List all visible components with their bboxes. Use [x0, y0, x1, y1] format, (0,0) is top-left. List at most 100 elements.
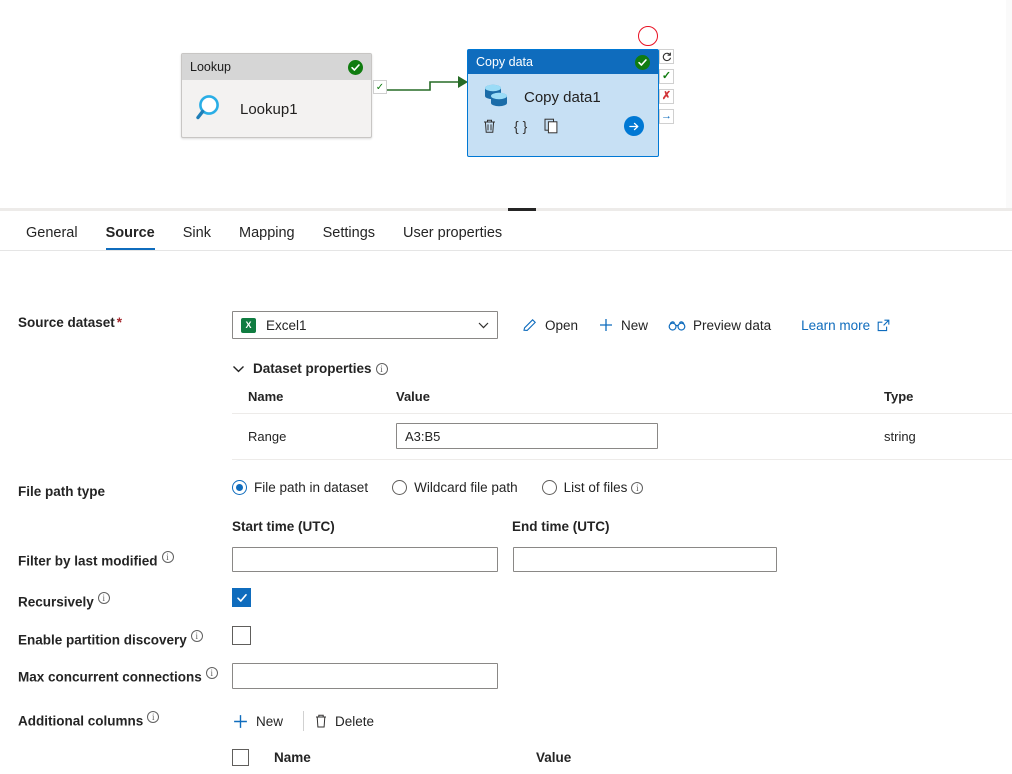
app-root: Lookup Lookup1 ✓ Copy data Copy data1 {…	[0, 0, 1012, 774]
info-icon[interactable]: i	[97, 592, 110, 604]
select-all-cell	[232, 749, 274, 766]
preview-data-label: Preview data	[693, 317, 772, 333]
learn-more-link[interactable]: Learn more	[791, 311, 900, 339]
on-completion-icon[interactable]: →	[659, 109, 674, 124]
node-action-bar: { }	[468, 112, 658, 136]
end-time-input[interactable]	[513, 547, 777, 572]
additional-columns-new-button[interactable]: New	[232, 707, 293, 735]
additional-columns-label: Additional columns i	[18, 707, 232, 774]
dataset-properties-table: Name Value Type Range A3:B5 string	[232, 389, 1012, 460]
column-header-name: Name	[274, 750, 311, 765]
radio-label: List of files	[563, 480, 628, 495]
preview-data-button[interactable]: Preview data	[658, 311, 781, 339]
column-header-value: Value	[396, 389, 430, 404]
row-time-headers: Start time (UTC) End time (UTC)	[0, 519, 1012, 538]
source-dataset-label: Source dataset *	[18, 315, 123, 330]
node-body-lookup: Lookup1	[182, 80, 371, 138]
open-label: Open	[545, 317, 579, 333]
source-form: Source dataset * X Excel1 Open New Previ…	[0, 251, 1012, 774]
pipeline-canvas[interactable]: Lookup Lookup1 ✓ Copy data Copy data1 {…	[0, 0, 1012, 209]
check-circle-icon	[348, 59, 363, 75]
radio-wildcard-file-path[interactable]: Wildcard file path	[392, 480, 518, 495]
chevron-down-icon	[478, 322, 489, 329]
source-dataset-dropdown[interactable]: X Excel1	[232, 311, 498, 339]
start-time-label: Start time (UTC)	[232, 519, 335, 534]
additional-columns-delete-button[interactable]: Delete	[314, 707, 384, 735]
glasses-icon	[668, 319, 686, 332]
run-arrow-icon[interactable]	[624, 116, 644, 136]
recursively-checkbox[interactable]	[232, 588, 251, 607]
radio-label: File path in dataset	[254, 480, 369, 495]
dataset-properties-section: Dataset properties i Name Value Type Ran…	[0, 361, 1012, 460]
max-concurrent-connections-input[interactable]	[232, 663, 498, 689]
node-name-label: Copy data1	[524, 88, 601, 106]
property-name: Range	[248, 428, 287, 444]
radio-file-path-in-dataset[interactable]: File path in dataset	[232, 480, 368, 495]
table-header-row: Name Value Type	[232, 389, 1012, 414]
duplicate-icon[interactable]	[544, 118, 559, 134]
red-circle-highlight	[638, 26, 658, 46]
enable-partition-discovery-checkbox[interactable]	[232, 625, 251, 645]
dataset-properties-toggle[interactable]: Dataset properties i	[232, 361, 1012, 376]
tab-source[interactable]: Source	[92, 225, 169, 250]
retry-icon[interactable]	[659, 49, 674, 64]
filter-by-last-modified-label: Filter by last modified i	[18, 547, 232, 572]
learn-more-label: Learn more	[801, 317, 871, 333]
row-additional-columns: Additional columns i New Delete Name Val…	[0, 707, 1012, 774]
row-source-dataset: Source dataset * X Excel1 Open New Previ…	[0, 251, 1012, 339]
start-time-input[interactable]	[232, 547, 498, 572]
activity-node-copy-data[interactable]: Copy data Copy data1 {}	[467, 49, 659, 157]
code-braces-icon[interactable]: { }	[514, 118, 527, 134]
info-icon[interactable]: i	[190, 629, 203, 642]
tab-general[interactable]: General	[18, 225, 92, 250]
toolbar-divider	[303, 711, 305, 731]
table-row: Range A3:B5 string	[232, 414, 1012, 460]
activity-node-lookup[interactable]: Lookup Lookup1	[181, 53, 372, 138]
new-dataset-button[interactable]: New	[588, 311, 658, 339]
select-all-checkbox[interactable]	[232, 749, 249, 766]
info-icon[interactable]: i	[375, 362, 388, 375]
row-enable-partition-discovery: Enable partition discovery i	[0, 625, 1012, 647]
table-header-row: Name Value	[232, 749, 836, 774]
info-icon[interactable]: i	[161, 551, 174, 563]
new-label: New	[621, 317, 649, 333]
info-icon[interactable]: i	[205, 667, 218, 679]
info-icon[interactable]: i	[631, 481, 644, 494]
lookup-success-port[interactable]: ✓	[373, 80, 387, 94]
additional-columns-toolbar: New Delete	[232, 707, 994, 735]
recursively-label: Recursively i	[18, 588, 232, 610]
enable-partition-discovery-label: Enable partition discovery i	[18, 626, 232, 647]
node-name-label: Lookup1	[240, 100, 298, 118]
max-concurrent-connections-label: Max concurrent connections i	[18, 663, 232, 689]
properties-tabs: General Source Sink Mapping Settings Use…	[0, 211, 1012, 251]
row-filter-by-last-modified: Filter by last modified i	[0, 547, 1012, 572]
column-header-value: Value	[536, 750, 572, 765]
info-icon[interactable]: i	[147, 711, 160, 723]
canvas-scrollbar[interactable]	[1006, 0, 1012, 209]
plus-icon	[598, 317, 614, 333]
copy-node-dependency-tools[interactable]: ✓ ✗ →	[659, 49, 675, 124]
column-header-type: Type	[884, 389, 914, 404]
radio-list-of-files[interactable]: List of files i	[541, 480, 644, 495]
property-type: string	[884, 428, 916, 444]
radio-dot-icon	[392, 480, 408, 495]
tab-sink[interactable]: Sink	[169, 225, 225, 250]
edge-lookup-to-copy	[386, 76, 468, 91]
tab-settings[interactable]: Settings	[309, 225, 389, 250]
property-value-input[interactable]: A3:B5	[396, 423, 658, 449]
row-file-path-type: File path type File path in dataset Wild…	[0, 480, 1012, 499]
node-type-label: Lookup	[190, 60, 232, 74]
time-headers-spacer	[18, 519, 232, 538]
tab-mapping[interactable]: Mapping	[225, 225, 309, 250]
open-dataset-button[interactable]: Open	[512, 311, 588, 339]
required-mark: *	[116, 315, 123, 330]
delete-label: Delete	[335, 713, 375, 729]
tab-user-properties[interactable]: User properties	[389, 225, 516, 250]
on-success-icon[interactable]: ✓	[659, 69, 674, 84]
on-failure-icon[interactable]: ✗	[659, 89, 674, 104]
activity-properties-panel: General Source Sink Mapping Settings Use…	[0, 211, 1012, 774]
delete-icon[interactable]	[482, 118, 497, 134]
file-path-type-label: File path type	[18, 484, 106, 499]
trash-icon	[314, 713, 328, 729]
external-link-icon	[877, 319, 890, 332]
